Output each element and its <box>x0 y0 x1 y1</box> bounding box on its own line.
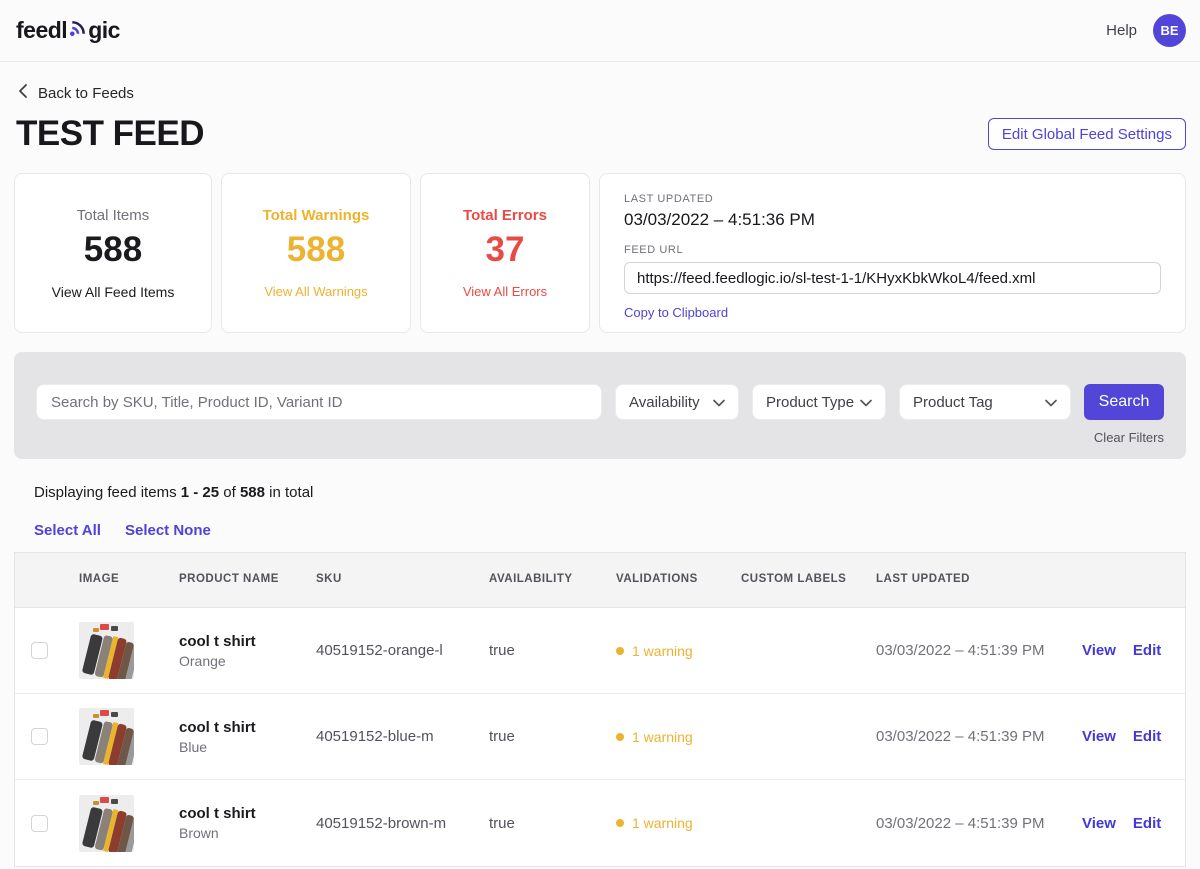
view-link[interactable]: View <box>1082 815 1116 832</box>
feedlogic-logo[interactable]: feedl gic <box>16 17 120 44</box>
validation-cell[interactable]: 1 warning <box>616 643 741 659</box>
summary-prefix: Displaying feed items <box>34 484 177 501</box>
top-bar: feedl gic Help BE <box>0 0 1200 62</box>
results-summary: Displaying feed items 1 - 25 of 588 in t… <box>34 484 1186 501</box>
row-checkbox[interactable] <box>31 728 48 745</box>
chevron-down-icon <box>713 394 725 411</box>
sku-cell: 40519152-blue-m <box>316 728 489 745</box>
chevron-down-icon <box>860 394 872 411</box>
feed-url-label: FEED URL <box>624 244 1161 256</box>
view-all-warnings-link[interactable]: View All Warnings <box>264 284 367 299</box>
product-variant: Blue <box>179 739 316 755</box>
clear-filters-link[interactable]: Clear Filters <box>1094 430 1164 445</box>
breadcrumb-back-to-feeds[interactable]: Back to Feeds <box>18 84 1186 102</box>
signal-icon <box>67 17 88 44</box>
warning-label: 1 warning <box>632 815 693 831</box>
product-type-select-label: Product Type <box>766 394 854 411</box>
feed-url-input[interactable] <box>624 262 1161 294</box>
table-row: cool t shirt Orange 40519152-orange-l tr… <box>15 608 1185 694</box>
product-image <box>79 795 134 852</box>
select-all-link[interactable]: Select All <box>34 522 101 539</box>
search-button[interactable]: Search <box>1084 384 1164 420</box>
product-image <box>79 708 134 765</box>
product-tag-select-label: Product Tag <box>913 394 993 411</box>
feed-info-card: LAST UPDATED 03/03/2022 – 4:51:36 PM FEE… <box>599 173 1186 333</box>
col-header-sku: SKU <box>316 572 489 588</box>
availability-select-label: Availability <box>629 394 700 411</box>
product-variant: Brown <box>179 825 316 841</box>
row-checkbox[interactable] <box>31 642 48 659</box>
product-name: cool t shirt <box>179 633 316 650</box>
total-warnings-label: Total Warnings <box>263 207 370 224</box>
product-name: cool t shirt <box>179 719 316 736</box>
chevron-left-icon <box>18 84 28 102</box>
col-header-image: IMAGE <box>79 572 179 588</box>
edit-link[interactable]: Edit <box>1133 642 1161 659</box>
warning-dot-icon <box>616 647 624 655</box>
row-checkbox[interactable] <box>31 815 48 832</box>
edit-link[interactable]: Edit <box>1133 728 1161 745</box>
select-none-link[interactable]: Select None <box>125 522 211 539</box>
copy-to-clipboard-link[interactable]: Copy to Clipboard <box>624 305 728 320</box>
sku-cell: 40519152-orange-l <box>316 642 489 659</box>
last-updated-cell: 03/03/2022 – 4:51:39 PM <box>876 815 1082 832</box>
view-all-feed-items-link[interactable]: View All Feed Items <box>52 284 175 300</box>
logo-text-left: feedl <box>16 17 67 44</box>
table-header-row: IMAGE PRODUCT NAME SKU AVAILABILITY VALI… <box>15 553 1185 608</box>
product-tag-select[interactable]: Product Tag <box>899 384 1071 420</box>
col-header-product-name: PRODUCT NAME <box>179 572 316 588</box>
total-items-label: Total Items <box>77 207 150 224</box>
summary-total: 588 <box>240 484 265 501</box>
total-warnings-value: 588 <box>287 230 345 270</box>
view-link[interactable]: View <box>1082 728 1116 745</box>
summary-suffix: in total <box>269 484 313 501</box>
page-title: TEST FEED <box>16 114 204 154</box>
total-errors-value: 37 <box>486 230 525 270</box>
summary-range: 1 - 25 <box>181 484 219 501</box>
product-image <box>79 622 134 679</box>
total-errors-card: Total Errors 37 View All Errors <box>420 173 590 333</box>
total-errors-label: Total Errors <box>463 207 547 224</box>
warning-dot-icon <box>616 819 624 827</box>
warning-label: 1 warning <box>632 729 693 745</box>
table-row: cool t shirt Blue 40519152-blue-m true 1… <box>15 694 1185 780</box>
table-row: cool t shirt Brown 40519152-brown-m true… <box>15 780 1185 866</box>
product-variant: Orange <box>179 653 316 669</box>
feed-items-table: IMAGE PRODUCT NAME SKU AVAILABILITY VALI… <box>14 552 1186 867</box>
last-updated-label: LAST UPDATED <box>624 193 1161 205</box>
help-link[interactable]: Help <box>1106 22 1137 39</box>
availability-cell: true <box>489 815 616 832</box>
product-type-select[interactable]: Product Type <box>752 384 886 420</box>
filter-panel: Availability Product Type Product Tag Se… <box>14 352 1186 459</box>
total-items-card: Total Items 588 View All Feed Items <box>14 173 212 333</box>
total-warnings-card: Total Warnings 588 View All Warnings <box>221 173 411 333</box>
availability-select[interactable]: Availability <box>615 384 739 420</box>
logo-text-right: gic <box>88 17 120 44</box>
total-items-value: 588 <box>84 230 142 270</box>
user-avatar[interactable]: BE <box>1153 14 1186 47</box>
col-header-last-updated: LAST UPDATED <box>876 572 1082 588</box>
last-updated-cell: 03/03/2022 – 4:51:39 PM <box>876 642 1082 659</box>
col-header-availability: AVAILABILITY <box>489 572 616 588</box>
validation-cell[interactable]: 1 warning <box>616 815 741 831</box>
view-all-errors-link[interactable]: View All Errors <box>463 284 547 299</box>
last-updated-value: 03/03/2022 – 4:51:36 PM <box>624 210 1161 230</box>
warning-dot-icon <box>616 733 624 741</box>
view-link[interactable]: View <box>1082 642 1116 659</box>
warning-label: 1 warning <box>632 643 693 659</box>
edit-link[interactable]: Edit <box>1133 815 1161 832</box>
sku-cell: 40519152-brown-m <box>316 815 489 832</box>
last-updated-cell: 03/03/2022 – 4:51:39 PM <box>876 728 1082 745</box>
search-input[interactable] <box>36 384 602 420</box>
edit-global-feed-settings-button[interactable]: Edit Global Feed Settings <box>988 118 1186 150</box>
validation-cell[interactable]: 1 warning <box>616 729 741 745</box>
breadcrumb-label: Back to Feeds <box>38 85 134 102</box>
product-name: cool t shirt <box>179 805 316 822</box>
availability-cell: true <box>489 728 616 745</box>
col-header-custom-labels: CUSTOM LABELS <box>741 572 876 588</box>
col-header-validations: VALIDATIONS <box>616 572 741 588</box>
availability-cell: true <box>489 642 616 659</box>
chevron-down-icon <box>1045 394 1057 411</box>
summary-of: of <box>223 484 236 501</box>
